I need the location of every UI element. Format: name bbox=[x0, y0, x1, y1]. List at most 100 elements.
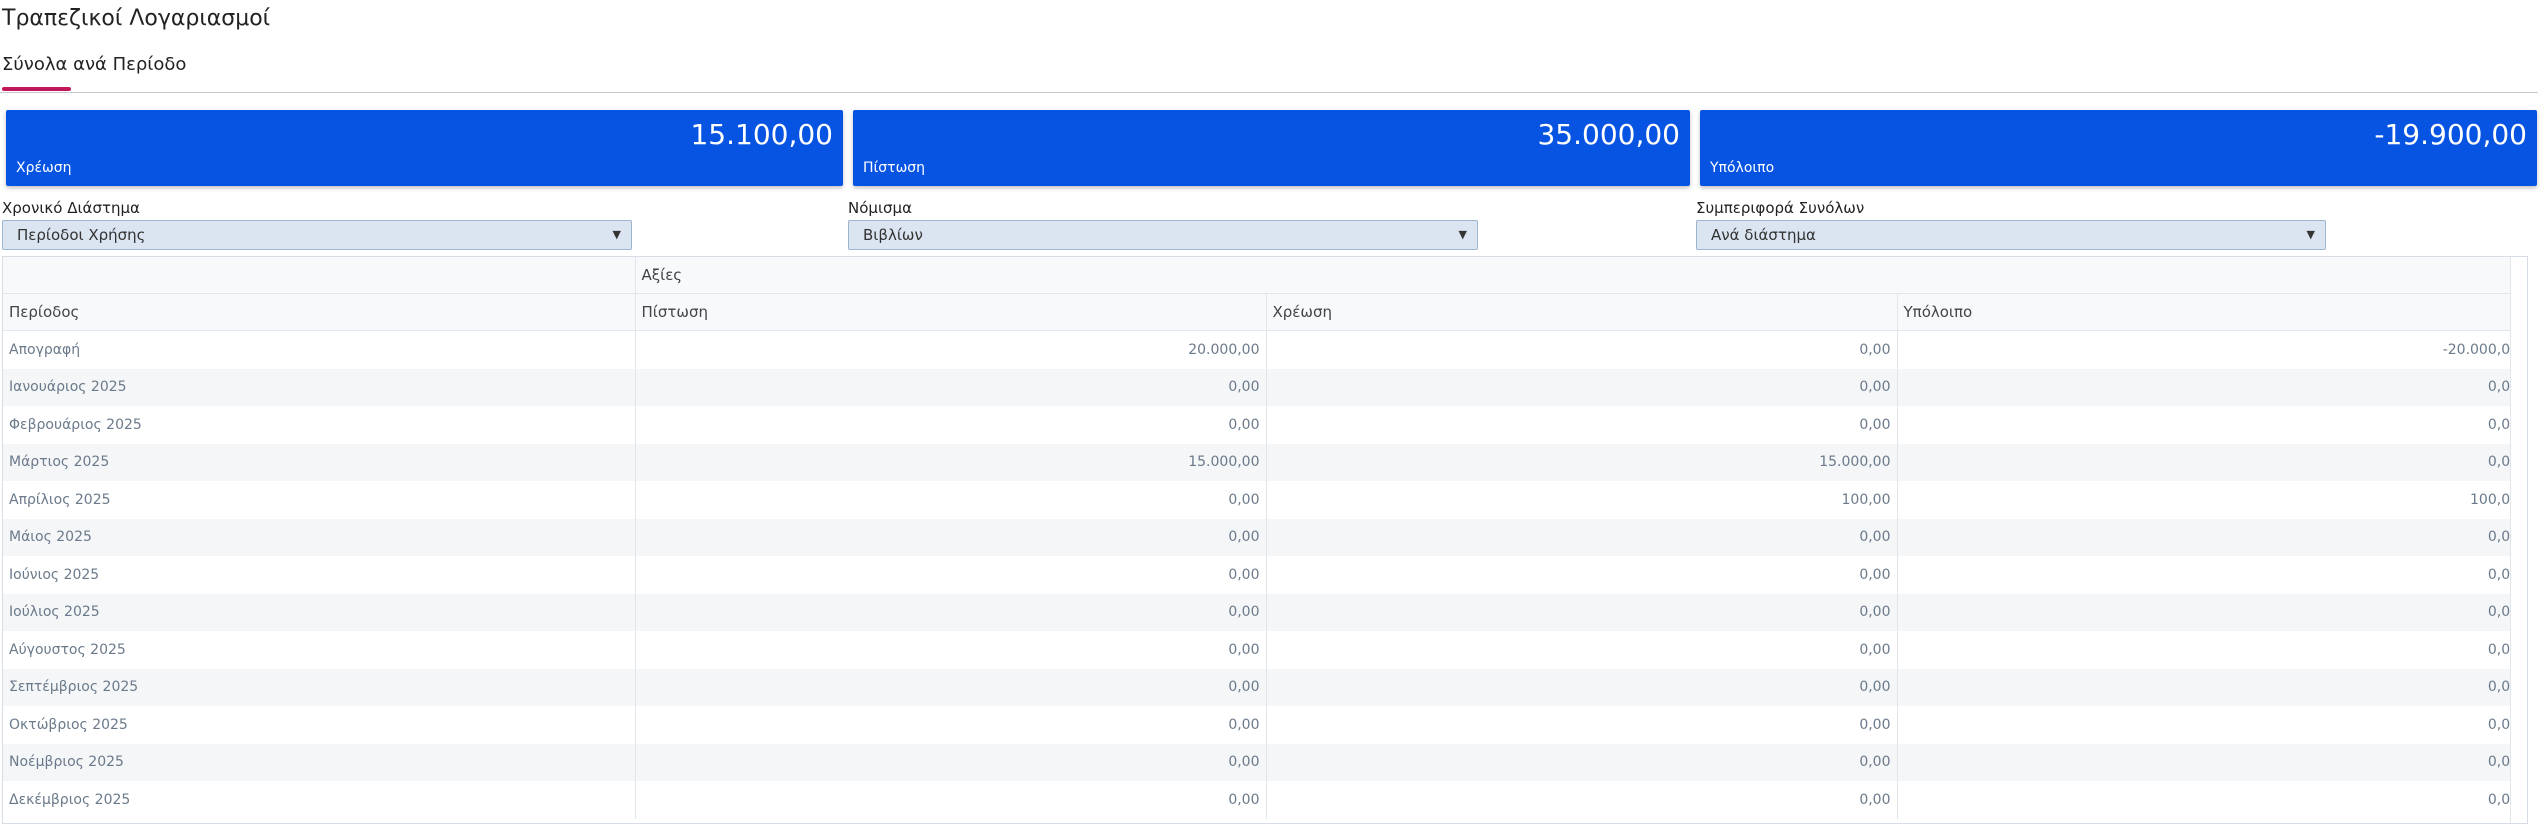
cell-credit: 0,00 bbox=[634, 706, 1266, 744]
balance-value: -19.900,00 bbox=[2374, 118, 2527, 151]
group-header-values: Αξίες bbox=[634, 257, 2526, 294]
table-row[interactable]: Μάιος 2025 0,00 0,00 0,00 bbox=[3, 518, 2526, 556]
cell-balance: 0,00 bbox=[1896, 668, 2526, 706]
cell-period: Οκτώβριος 2025 bbox=[9, 716, 128, 733]
currency-filter: Νόμισμα Βιβλίων ▼ bbox=[848, 198, 1478, 250]
currency-select[interactable]: Βιβλίων ▼ bbox=[848, 220, 1478, 250]
table-row[interactable]: Αύγουστος 2025 0,00 0,00 0,00 bbox=[3, 631, 2526, 669]
caret-down-icon: ▼ bbox=[2306, 228, 2315, 241]
cell-period: Μάιος 2025 bbox=[3, 518, 635, 556]
cell-period: Απρίλιος 2025 bbox=[9, 491, 111, 508]
cell-credit: 0,00 bbox=[634, 406, 1266, 444]
cell-credit: 0,00 bbox=[634, 781, 1266, 819]
totals-behavior-label: Συμπεριφορά Συνόλων bbox=[1696, 199, 1865, 217]
cell-balance: 0,00 bbox=[1896, 518, 2526, 556]
column-header-debit[interactable]: Χρέωση bbox=[1265, 293, 1897, 331]
debit-card: 15.100,00 Χρέωση bbox=[6, 110, 843, 186]
cell-debit: 0,00 bbox=[1265, 631, 1897, 669]
cell-period: Ιούνιος 2025 bbox=[9, 566, 100, 583]
totals-behavior-select[interactable]: Ανά διάστημα ▼ bbox=[1696, 220, 2326, 250]
totals-behavior-filter: Συμπεριφορά Συνόλων Ανά διάστημα ▼ bbox=[1696, 198, 2326, 250]
cell-balance: 0,00 bbox=[1896, 368, 2526, 406]
balance-card: -19.900,00 Υπόλοιπο bbox=[1700, 110, 2537, 186]
totals-grid: Αξίες Περίοδος Πίστωση Χρέωση Υπόλοιπο Α… bbox=[2, 256, 2528, 824]
currency-value: Βιβλίων bbox=[863, 226, 923, 244]
cell-credit: 0,00 bbox=[634, 556, 1266, 594]
cell-credit: 0,00 bbox=[634, 518, 1266, 556]
caret-down-icon: ▼ bbox=[1458, 228, 1467, 241]
cell-debit: 0,00 bbox=[1265, 668, 1897, 706]
cell-debit: 0,00 bbox=[1265, 406, 1897, 444]
cell-balance: 0,00 bbox=[1896, 781, 2526, 819]
cell-debit: 100,00 bbox=[1265, 481, 1897, 519]
cell-debit: 0,00 bbox=[1265, 330, 1897, 369]
cell-credit: 0,00 bbox=[634, 743, 1266, 781]
table-row[interactable]: Μάρτιος 2025 15.000,00 15.000,00 0,00 bbox=[3, 443, 2526, 481]
tab-bar: Σύνολα ανά Περίοδο bbox=[0, 52, 2538, 93]
table-row[interactable]: Νοέμβριος 2025 0,00 0,00 0,00 bbox=[3, 743, 2526, 781]
cell-balance: 0,00 bbox=[1896, 706, 2526, 744]
cell-balance: 0,00 bbox=[1896, 743, 2526, 781]
column-header-credit[interactable]: Πίστωση bbox=[634, 293, 1266, 331]
cell-debit: 0,00 bbox=[1265, 706, 1897, 744]
cell-balance: 0,00 bbox=[1896, 406, 2526, 444]
debit-value: 15.100,00 bbox=[690, 118, 833, 151]
table-row[interactable]: Ιούλιος 2025 0,00 0,00 0,00 bbox=[3, 593, 2526, 631]
table-row[interactable]: Σεπτέμβριος 2025 0,00 0,00 0,00 bbox=[3, 668, 2526, 706]
cell-credit: 0,00 bbox=[634, 368, 1266, 406]
credit-card: 35.000,00 Πίστωση bbox=[853, 110, 1690, 186]
cell-credit: 0,00 bbox=[634, 668, 1266, 706]
time-range-select[interactable]: Περίοδοι Χρήσης ▼ bbox=[2, 220, 632, 250]
balance-label: Υπόλοιπο bbox=[1710, 160, 1775, 176]
grid-scrollbar-track[interactable] bbox=[2510, 257, 2527, 823]
cell-credit: 15.000,00 bbox=[634, 443, 1266, 481]
cell-debit: 0,00 bbox=[1265, 556, 1897, 594]
cell-debit: 0,00 bbox=[1265, 518, 1897, 556]
cell-period: Φεβρουάριος 2025 bbox=[9, 416, 142, 433]
cell-balance: 0,00 bbox=[1896, 556, 2526, 594]
cell-period: Αύγουστος 2025 bbox=[9, 641, 126, 658]
tab-active-indicator bbox=[2, 87, 71, 91]
column-header-balance[interactable]: Υπόλοιπο bbox=[1896, 293, 2526, 331]
cell-period: Ιανουάριος 2025 bbox=[3, 368, 635, 406]
column-header-period[interactable]: Περίοδος bbox=[3, 293, 635, 331]
cell-debit: 0,00 bbox=[1265, 781, 1897, 819]
cell-period: Απογραφή bbox=[9, 341, 81, 358]
time-range-value: Περίοδοι Χρήσης bbox=[17, 226, 146, 244]
cell-debit: 0,00 bbox=[1265, 743, 1897, 781]
table-row[interactable]: Δεκέμβριος 2025 0,00 0,00 0,00 bbox=[3, 781, 2526, 819]
table-row[interactable]: Φεβρουάριος 2025 0,00 0,00 0,00 bbox=[3, 406, 2526, 444]
cell-debit: 0,00 bbox=[1265, 593, 1897, 631]
cell-period: Μάρτιος 2025 bbox=[3, 443, 635, 481]
cell-debit: 0,00 bbox=[1265, 368, 1897, 406]
cell-debit: 15.000,00 bbox=[1265, 443, 1897, 481]
cell-balance: 0,00 bbox=[1896, 631, 2526, 669]
cell-balance: 0,00 bbox=[1896, 443, 2526, 481]
cell-balance: -20.000,00 bbox=[1896, 330, 2526, 369]
cell-credit: 0,00 bbox=[634, 593, 1266, 631]
cell-period: Νοέμβριος 2025 bbox=[3, 743, 635, 781]
credit-value: 35.000,00 bbox=[1537, 118, 1680, 151]
cell-balance: 100,00 bbox=[1896, 481, 2526, 519]
tab-totals-per-period[interactable]: Σύνολα ανά Περίοδο bbox=[2, 54, 186, 75]
table-row[interactable]: Απογραφή 20.000,00 0,00 -20.000,00 bbox=[3, 330, 2526, 369]
cell-balance: 0,00 bbox=[1896, 593, 2526, 631]
table-row[interactable]: Ιανουάριος 2025 0,00 0,00 0,00 bbox=[3, 368, 2526, 406]
totals-behavior-value: Ανά διάστημα bbox=[1711, 226, 1816, 244]
page-title: Τραπεζικοί Λογαριασμοί bbox=[2, 6, 271, 31]
cell-credit: 0,00 bbox=[634, 631, 1266, 669]
caret-down-icon: ▼ bbox=[612, 228, 621, 241]
credit-label: Πίστωση bbox=[863, 160, 926, 176]
cell-credit: 0,00 bbox=[634, 481, 1266, 519]
summary-cards: 15.100,00 Χρέωση 35.000,00 Πίστωση -19.9… bbox=[6, 110, 2537, 186]
cell-period: Δεκέμβριος 2025 bbox=[9, 791, 131, 808]
table-row[interactable]: Απρίλιος 2025 0,00 100,00 100,00 bbox=[3, 481, 2526, 519]
group-header-empty bbox=[3, 257, 635, 294]
debit-label: Χρέωση bbox=[16, 160, 72, 176]
currency-label: Νόμισμα bbox=[848, 199, 912, 217]
time-range-filter: Χρονικό Διάστημα Περίοδοι Χρήσης ▼ bbox=[2, 198, 632, 250]
table-row[interactable]: Οκτώβριος 2025 0,00 0,00 0,00 bbox=[3, 706, 2526, 744]
time-range-label: Χρονικό Διάστημα bbox=[2, 199, 140, 217]
table-row[interactable]: Ιούνιος 2025 0,00 0,00 0,00 bbox=[3, 556, 2526, 594]
cell-period: Σεπτέμβριος 2025 bbox=[3, 668, 635, 706]
